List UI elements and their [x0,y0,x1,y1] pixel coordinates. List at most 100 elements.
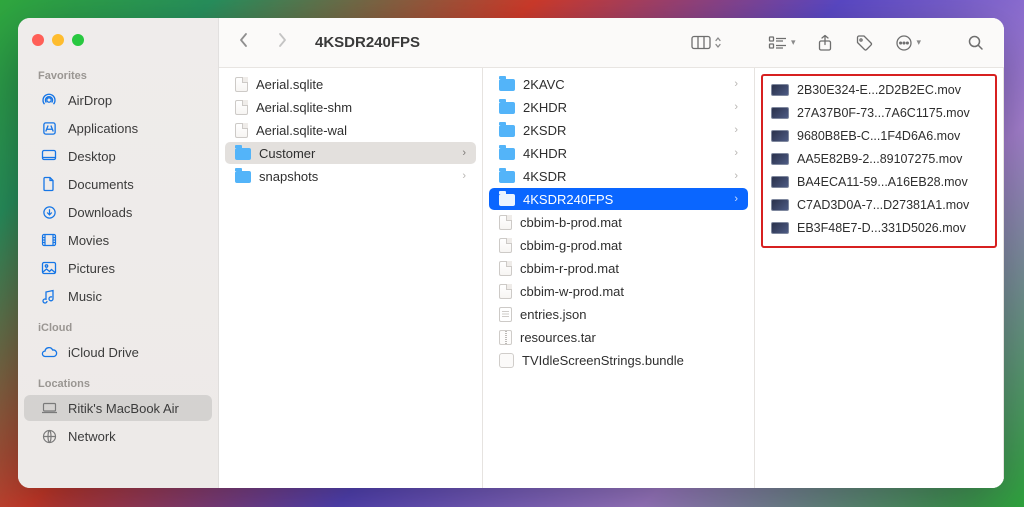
folder-item[interactable]: 4KSDR› [489,165,748,187]
file-item[interactable]: cbbim-r-prod.mat [489,257,748,279]
file-item[interactable]: cbbim-b-prod.mat [489,211,748,233]
sidebar-item-label: AirDrop [68,93,112,108]
share-button[interactable] [811,30,839,56]
file-label: Aerial.sqlite-wal [256,123,347,138]
folder-item-customer[interactable]: Customer› [225,142,476,164]
file-item[interactable]: Aerial.sqlite-shm [225,96,476,118]
icloud-icon [40,346,58,358]
tags-button[interactable] [849,30,879,56]
file-label: 27A37B0F-73...7A6C1175.mov [797,106,970,120]
sidebar-item-pictures[interactable]: Pictures [24,255,212,281]
close-button[interactable] [32,34,44,46]
sidebar-item-label: Applications [68,121,138,136]
group-by-button[interactable]: ▾ [762,31,802,54]
folder-item[interactable]: 2KAVC› [489,73,748,95]
fullscreen-button[interactable] [72,34,84,46]
column-3: 2B30E324-E...2D2B2EC.mov 27A37B0F-73...7… [755,68,1004,488]
toolbar: 4KSDR240FPS ▾ ▾ [219,18,1004,68]
chevron-right-icon: › [462,170,466,182]
sidebar-item-network[interactable]: Network [24,423,212,449]
file-icon [499,284,512,299]
sidebar-item-documents[interactable]: Documents [24,171,212,197]
video-item[interactable]: BA4ECA11-59...A16EB28.mov [765,171,993,193]
file-item[interactable]: cbbim-w-prod.mat [489,280,748,302]
file-label: AA5E82B9-2...89107275.mov [797,152,962,166]
video-thumb-icon [771,153,789,165]
folder-icon [499,125,515,137]
sidebar-item-label: Ritik's MacBook Air [68,401,179,416]
video-thumb-icon [771,107,789,119]
sidebar-item-applications[interactable]: Applications [24,115,212,141]
sidebar: Favorites AirDrop Applications Desktop D… [18,18,219,488]
folder-icon [235,171,251,183]
video-item[interactable]: C7AD3D0A-7...D27381A1.mov [765,194,993,216]
laptop-icon [40,402,58,414]
file-item[interactable]: Aerial.sqlite-wal [225,119,476,141]
sidebar-section-locations: Locations [18,366,218,394]
video-thumb-icon [771,222,789,234]
file-item[interactable]: TVIdleScreenStrings.bundle [489,349,748,371]
folder-item-selected[interactable]: 4KSDR240FPS› [489,188,748,210]
network-icon [40,429,58,444]
file-label: resources.tar [520,330,596,345]
archive-icon [499,330,512,345]
video-thumb-icon [771,84,789,96]
music-icon [40,289,58,304]
back-button[interactable] [233,32,255,53]
file-label: cbbim-r-prod.mat [520,261,619,276]
search-button[interactable] [961,30,990,55]
chevron-right-icon: › [734,124,738,136]
chevron-right-icon: › [734,101,738,113]
sidebar-item-label: iCloud Drive [68,345,139,360]
file-label: 4KHDR [523,146,567,161]
folder-item[interactable]: 2KHDR › [489,96,748,118]
file-label: Aerial.sqlite [256,77,323,92]
movies-icon [40,233,58,247]
finder-window: Favorites AirDrop Applications Desktop D… [18,18,1004,488]
folder-item[interactable]: 4KHDR › [489,142,748,164]
sidebar-item-desktop[interactable]: Desktop [24,143,212,169]
sidebar-item-downloads[interactable]: Downloads [24,199,212,225]
more-options-button[interactable]: ▾ [889,30,927,56]
forward-button[interactable] [271,32,293,53]
file-item[interactable]: Aerial.sqlite [225,73,476,95]
chevron-right-icon: › [734,170,738,182]
sidebar-item-label: Movies [68,233,109,248]
sidebar-item-airdrop[interactable]: AirDrop [24,87,212,113]
chevron-down-icon: ▾ [791,37,796,48]
column-view: Aerial.sqlite Aerial.sqlite-shm Aerial.s… [219,68,1004,488]
file-label: Aerial.sqlite-shm [256,100,352,115]
pictures-icon [40,261,58,275]
chevron-right-icon: › [734,147,738,159]
file-item[interactable]: cbbim-g-prod.mat [489,234,748,256]
video-item[interactable]: AA5E82B9-2...89107275.mov [765,148,993,170]
sidebar-item-icloud-drive[interactable]: iCloud Drive [24,339,212,365]
video-item[interactable]: 27A37B0F-73...7A6C1175.mov [765,102,993,124]
folder-icon [235,148,251,160]
video-item[interactable]: EB3F48E7-D...331D5026.mov [765,217,993,239]
file-label: cbbim-w-prod.mat [520,284,624,299]
folder-icon [499,171,515,183]
chevron-right-icon: › [734,78,738,90]
folder-item[interactable]: 2KSDR› [489,119,748,141]
file-icon [235,123,248,138]
folder-item[interactable]: snapshots› [225,165,476,187]
sidebar-item-music[interactable]: Music [24,283,212,309]
video-item[interactable]: 9680B8EB-C...1F4D6A6.mov [765,125,993,147]
minimize-button[interactable] [52,34,64,46]
video-item[interactable]: 2B30E324-E...2D2B2EC.mov [765,79,993,101]
sidebar-section-icloud: iCloud [18,310,218,338]
file-label: entries.json [520,307,586,322]
sidebar-item-this-mac[interactable]: Ritik's MacBook Air [24,395,212,421]
sidebar-item-label: Downloads [68,205,132,220]
folder-icon [499,102,515,114]
file-label: C7AD3D0A-7...D27381A1.mov [797,198,969,212]
bundle-icon [499,353,514,368]
main-area: 4KSDR240FPS ▾ ▾ [219,18,1004,488]
view-columns-button[interactable] [685,31,728,54]
file-label: 2KHDR [523,100,567,115]
file-item[interactable]: resources.tar [489,326,748,348]
sidebar-item-movies[interactable]: Movies [24,227,212,253]
file-item[interactable]: entries.json [489,303,748,325]
file-icon [499,261,512,276]
